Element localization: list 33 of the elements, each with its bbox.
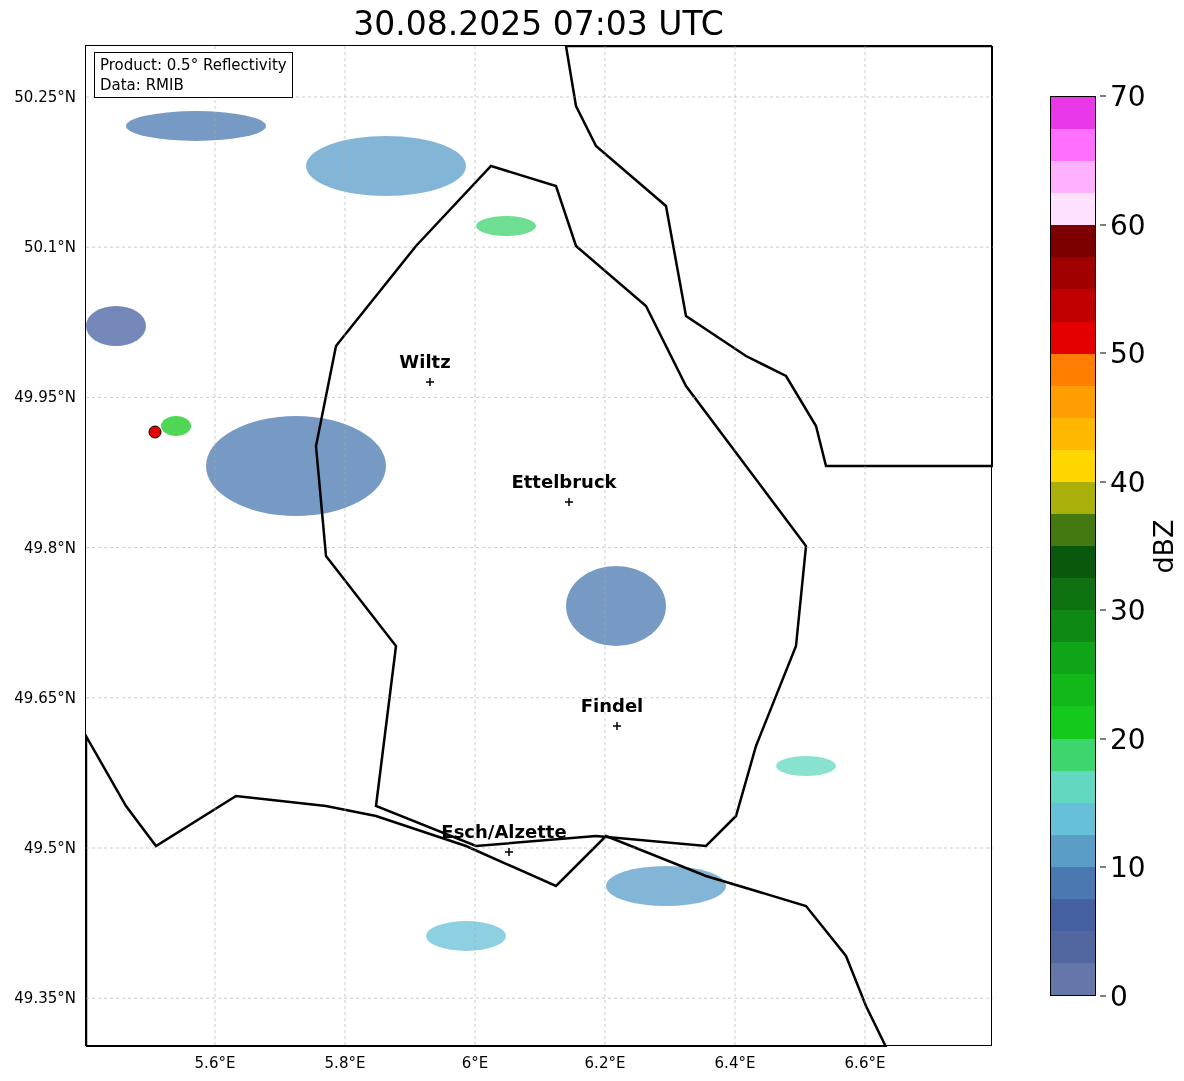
city-marker-icon (565, 498, 573, 506)
latitude-label: 50.25°N (14, 88, 76, 106)
city-label: Wiltz (399, 351, 451, 372)
scale-value: 70 (1110, 79, 1146, 113)
city-label: Ettelbruck (511, 471, 617, 492)
city-marker-icon (613, 722, 621, 730)
latitude-label: 49.5°N (23, 839, 76, 857)
city-label: Esch/Alzette (441, 821, 567, 842)
longitude-label: 6.4°E (714, 1054, 756, 1072)
scale-value: 50 (1110, 336, 1146, 370)
scale-value: 20 (1110, 722, 1146, 756)
city-marker-icon (505, 848, 513, 856)
latitude-label: 49.65°N (14, 688, 76, 707)
scale-value: 30 (1110, 593, 1146, 627)
longitude-label: 5.6°E (194, 1054, 236, 1072)
longitude-label: 6.2°E (584, 1054, 626, 1072)
city-label: Findel (580, 695, 644, 716)
scale-value: 40 (1110, 465, 1146, 499)
info-text: Product: 0.5° Reflectivity (100, 55, 287, 75)
longitude-label: 6.6°E (844, 1054, 886, 1072)
chart-title: 30.08.2025 07:03 UTC (352, 3, 725, 45)
city-marker-icon (426, 378, 434, 386)
longitude-label: 5.8°E (324, 1054, 366, 1072)
latitude-label: 49.35°N (14, 989, 76, 1008)
unit-label: dBZ (1147, 518, 1179, 574)
scale-value: 60 (1110, 208, 1146, 242)
scale-value: 10 (1110, 850, 1146, 884)
longitude-label: 6°E (461, 1054, 489, 1072)
scale-value: 0 (1110, 979, 1128, 1013)
latitude-label: 50.1°N (23, 238, 76, 257)
info-text: Data: RMIB (100, 75, 185, 95)
latitude-label: 49.95°N (14, 388, 76, 407)
latitude-label: 49.8°N (23, 538, 76, 557)
